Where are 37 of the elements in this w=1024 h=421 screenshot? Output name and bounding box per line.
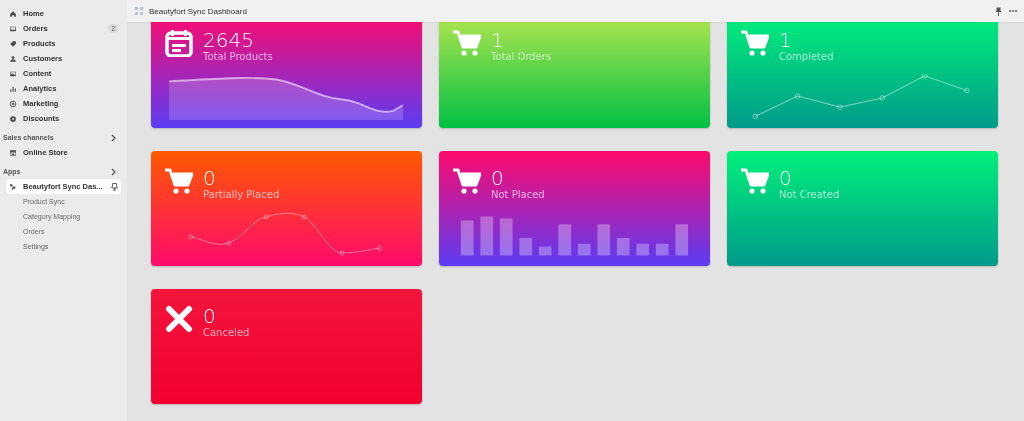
cart-icon <box>453 29 481 57</box>
stat-label: Completed <box>779 51 834 62</box>
cart-icon <box>741 29 769 57</box>
pin-icon[interactable] <box>111 182 118 191</box>
home-icon <box>9 9 17 18</box>
stat-label: Not Placed <box>491 189 545 200</box>
stat-label: Partially Placed <box>203 189 280 200</box>
calendar-icon <box>165 29 193 57</box>
stat-value: 1 <box>491 29 505 51</box>
chart-icon <box>9 84 17 93</box>
cart-icon <box>165 167 193 195</box>
stat-value: 0 <box>203 305 217 327</box>
app-icon <box>135 7 143 15</box>
window-title: Beautyfort Sync Dashboard <box>149 6 248 16</box>
stat-label: Canceled <box>203 327 250 338</box>
stat-label: Total Products <box>203 51 273 62</box>
inbox-icon <box>9 24 17 33</box>
stat-value: 2645 <box>203 29 255 51</box>
cart-icon <box>741 167 769 195</box>
cart-icon <box>453 167 481 195</box>
stat-value: 0 <box>779 167 793 189</box>
stat-value: 0 <box>203 167 217 189</box>
store-icon <box>9 148 17 157</box>
stat-value: 0 <box>491 167 505 189</box>
pin-icon[interactable] <box>995 6 1002 16</box>
stat-value: 1 <box>779 29 793 51</box>
tag-icon <box>9 39 17 48</box>
chevron-icon[interactable] <box>111 134 117 142</box>
app-icon <box>9 182 17 191</box>
chevron-icon[interactable] <box>111 168 117 176</box>
more-icon[interactable] <box>1008 9 1018 13</box>
image-icon <box>9 69 17 78</box>
close-icon <box>165 305 193 333</box>
target-icon <box>9 99 17 108</box>
person-icon <box>9 54 17 63</box>
stat-label: Not Created <box>779 189 840 200</box>
stat-label: Total Orders <box>491 51 552 62</box>
